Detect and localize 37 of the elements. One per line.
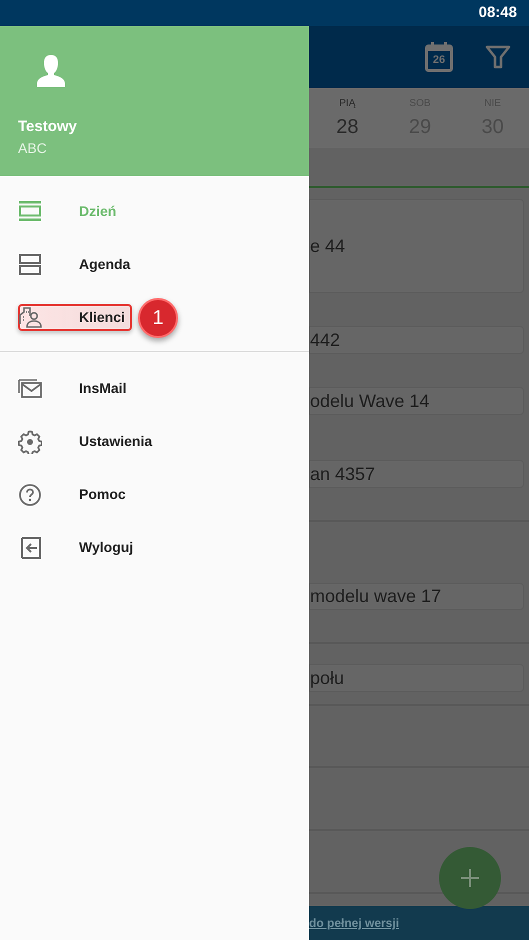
avatar-icon bbox=[37, 55, 65, 87]
step-badge: 1 bbox=[138, 298, 178, 338]
event-title: odelu Wave 14 bbox=[310, 390, 430, 412]
event-card[interactable]: modelu wave 17 bbox=[309, 583, 524, 610]
event-card[interactable]: an 4357 bbox=[309, 460, 524, 488]
date-number[interactable]: 28 bbox=[336, 114, 358, 140]
clock: 08:48 bbox=[478, 2, 517, 23]
event-card[interactable]: e 44 bbox=[309, 199, 524, 293]
filter-icon[interactable] bbox=[485, 44, 511, 70]
menu-item[interactable]: Klienci bbox=[79, 307, 125, 328]
event-card[interactable]: 442 bbox=[309, 326, 524, 354]
list-icon bbox=[18, 200, 42, 224]
event-card[interactable]: połu bbox=[309, 664, 524, 692]
calendar-button[interactable]: 26 bbox=[425, 42, 453, 72]
agenda-icon bbox=[18, 252, 42, 276]
event-title: an 4357 bbox=[310, 462, 376, 486]
user-name: Testowy bbox=[18, 118, 78, 136]
menu-item[interactable]: Pomoc bbox=[79, 484, 126, 505]
event-title: modelu wave 17 bbox=[310, 585, 442, 608]
menu-item[interactable]: Ustawienia bbox=[79, 431, 152, 452]
event-card[interactable]: odelu Wave 14 bbox=[309, 387, 524, 415]
menu-item[interactable]: Agenda bbox=[79, 254, 130, 275]
full-version-link[interactable]: do pełnej wersji bbox=[309, 914, 400, 932]
user-subtitle: ABC bbox=[18, 139, 48, 157]
gear-icon bbox=[18, 430, 42, 454]
logout-icon bbox=[18, 536, 42, 560]
event-title: 442 bbox=[310, 328, 340, 352]
weekday-label: PIĄ bbox=[339, 98, 356, 110]
event-title: połu bbox=[310, 666, 344, 690]
mail-icon bbox=[18, 376, 42, 400]
add-button[interactable] bbox=[439, 847, 501, 909]
event-title: e 44 bbox=[310, 234, 346, 258]
help-icon bbox=[18, 482, 42, 506]
menu-item[interactable]: InsMail bbox=[79, 378, 126, 399]
menu-item[interactable]: Dzień bbox=[79, 201, 116, 222]
menu-item[interactable]: Wyloguj bbox=[79, 537, 134, 558]
people-icon bbox=[18, 306, 42, 330]
